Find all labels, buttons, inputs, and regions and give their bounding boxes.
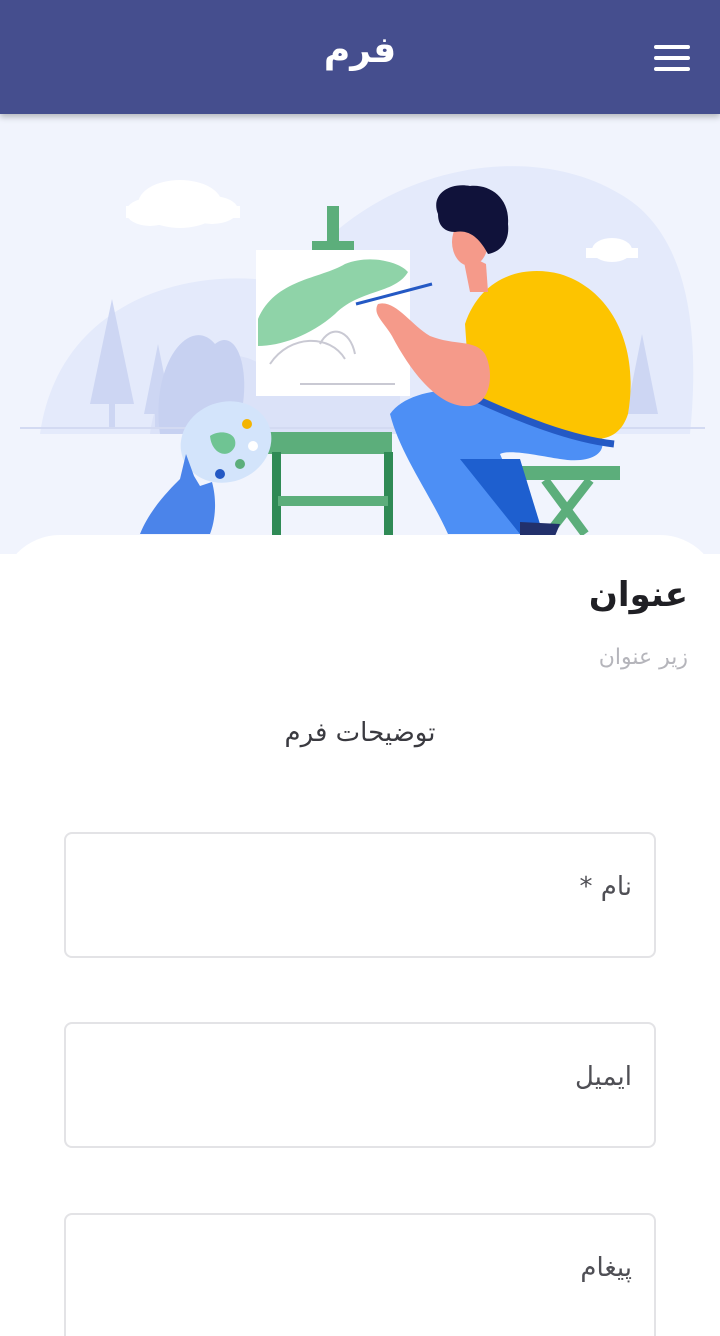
easel-brace [278, 496, 388, 506]
form-title: عنوان [588, 575, 688, 615]
hamburger-menu-icon[interactable] [646, 38, 698, 78]
easel-table-top [262, 432, 392, 454]
message-field-label: پیغام [580, 1253, 632, 1283]
menu-line [654, 45, 690, 49]
stool-seat [520, 466, 620, 480]
person-shoe [520, 522, 560, 536]
menu-line [654, 67, 690, 71]
form-card: عنوان زیر عنوان توضیحات فرم نام * ایمیل … [0, 535, 720, 1336]
form-subtitle: زیر عنوان [598, 645, 688, 670]
name-field-label: نام * [579, 872, 632, 902]
name-field[interactable]: نام * [64, 832, 656, 958]
easel-top [327, 206, 339, 246]
artist-painting-illustration [20, 166, 705, 537]
form-description: توضیحات فرم [284, 718, 436, 748]
easel-leg [384, 452, 393, 536]
email-field[interactable]: ایمیل [64, 1022, 656, 1148]
message-field[interactable]: پیغام [64, 1213, 656, 1336]
email-field-label: ایمیل [574, 1062, 632, 1092]
cloud-icon [126, 180, 240, 228]
hero-illustration [0, 114, 720, 554]
easel-leg [272, 452, 281, 536]
app-bar: فرم [0, 0, 720, 114]
app-title: فرم [323, 30, 397, 71]
menu-line [654, 56, 690, 60]
